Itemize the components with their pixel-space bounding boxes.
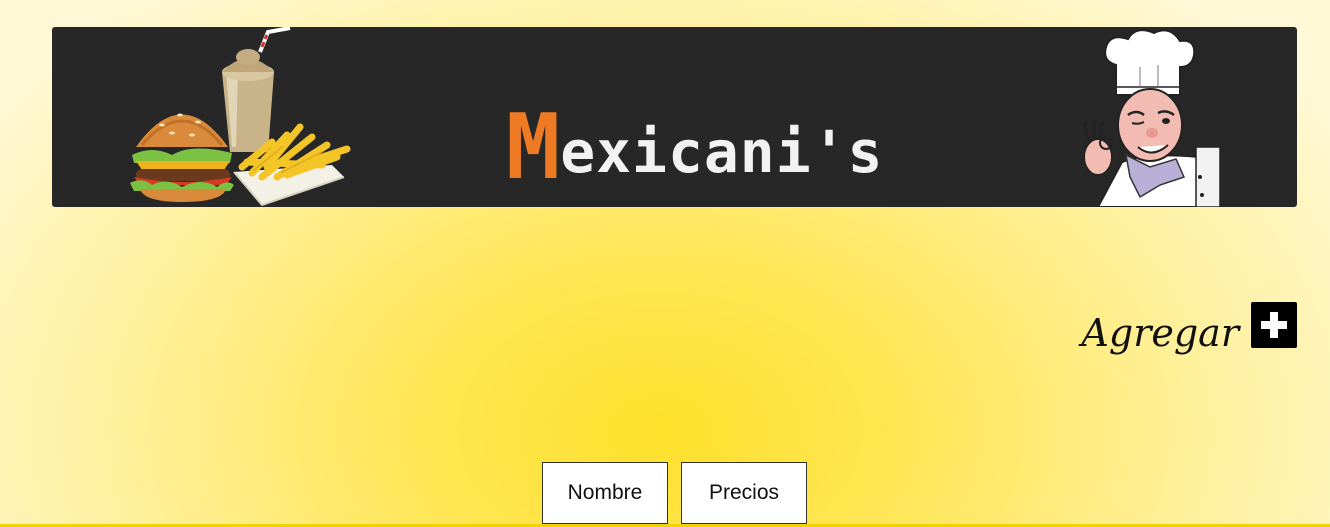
- site-logo: Mexicani's: [506, 97, 883, 207]
- sort-by-name-button[interactable]: Nombre: [542, 462, 668, 524]
- logo-text: exicani's: [560, 118, 884, 186]
- header-banner: Mexicani's: [52, 27, 1297, 207]
- chef-illustration: [1082, 29, 1222, 207]
- sort-bar: Nombre Precios: [0, 462, 1330, 527]
- plus-square-icon[interactable]: [1251, 302, 1297, 348]
- burger-fries-shake-illustration: [130, 27, 351, 207]
- add-item-label[interactable]: Agregar: [1081, 311, 1239, 355]
- sort-by-price-button[interactable]: Precios: [681, 462, 807, 524]
- add-item-button[interactable]: Agregar: [1081, 302, 1297, 355]
- logo-initial: M: [506, 95, 561, 200]
